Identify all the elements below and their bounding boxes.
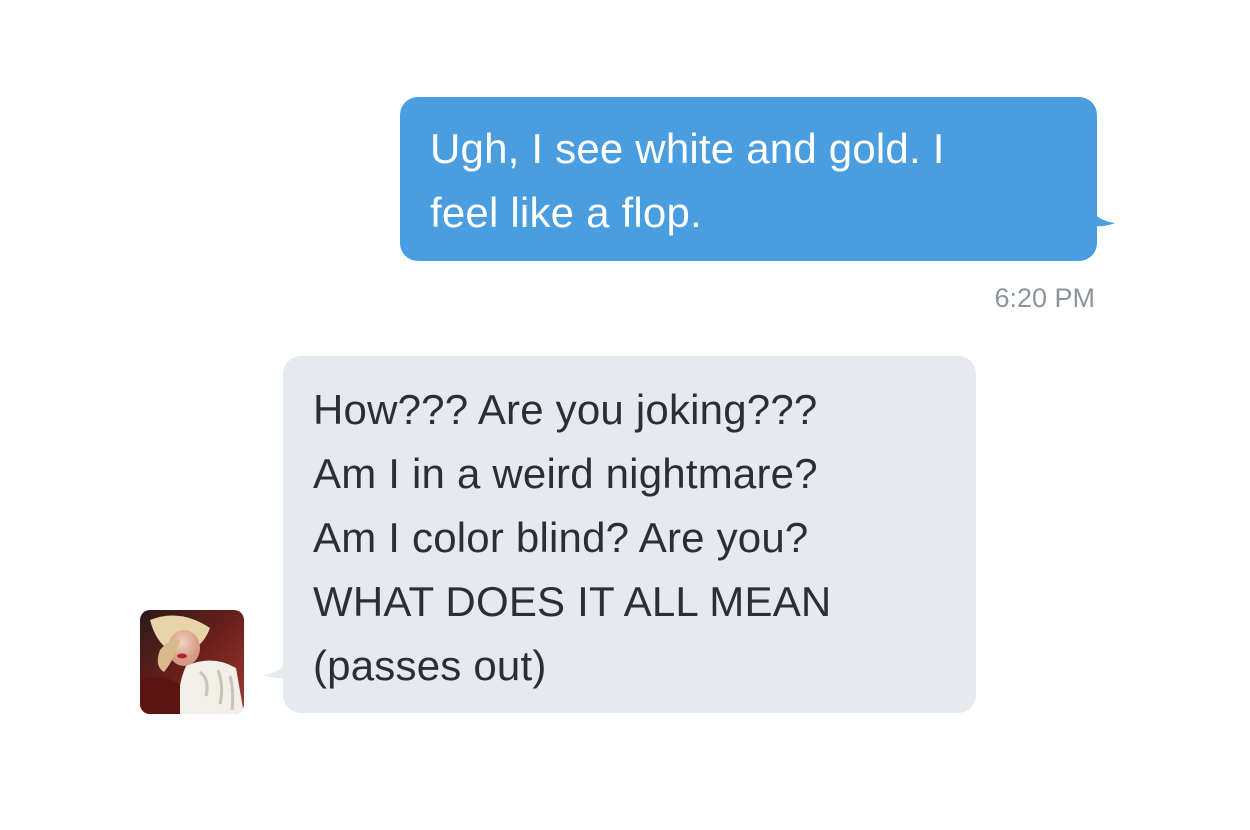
avatar[interactable] — [140, 610, 244, 714]
message-timestamp: 6:20 PM — [994, 283, 1095, 313]
received-message-line: Am I in a weird nightmare? — [313, 450, 818, 497]
bubble-tail-icon — [1089, 205, 1115, 227]
received-message-line: How??? Are you joking??? — [313, 386, 818, 433]
received-message-line: Am I color blind? Are you? — [313, 514, 809, 561]
sent-message-line: Ugh, I see white and gold. I — [430, 125, 945, 172]
sent-message-bubble[interactable]: Ugh, I see white and gold. I feel like a… — [400, 97, 1115, 261]
conversation-thread: Ugh, I see white and gold. I feel like a… — [0, 0, 1250, 830]
received-message-line: WHAT DOES IT ALL MEAN — [313, 578, 832, 625]
sent-message-line: feel like a flop. — [430, 189, 702, 236]
user-avatar-icon — [140, 610, 244, 714]
received-message-line: (passes out) — [313, 642, 547, 689]
bubble-tail-icon — [263, 657, 289, 679]
received-message-bubble[interactable]: How??? Are you joking??? Am I in a weird… — [263, 356, 976, 713]
